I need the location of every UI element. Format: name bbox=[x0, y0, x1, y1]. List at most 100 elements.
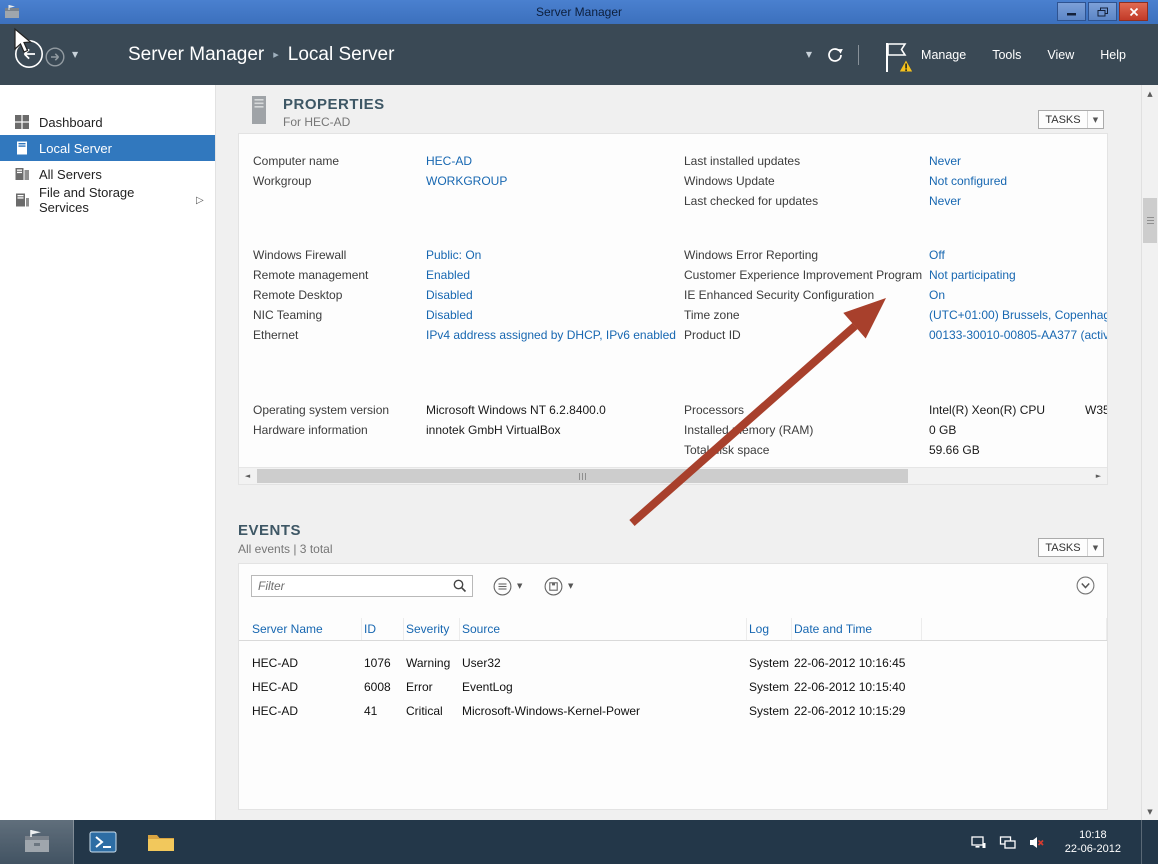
server-manager-icon bbox=[22, 829, 52, 855]
notifications-caret[interactable]: ▼ bbox=[806, 50, 812, 59]
taskbar-server-manager-button[interactable] bbox=[0, 820, 74, 864]
restore-button[interactable] bbox=[1088, 2, 1117, 21]
column-header-id[interactable]: ID bbox=[362, 618, 404, 640]
system-tray: 10:18 22-06-2012 bbox=[970, 820, 1158, 864]
main-vertical-scrollbar[interactable]: ▲ ▼ bbox=[1141, 85, 1158, 820]
prop-value: Intel(R) Xeon(R) CPU W3550 bbox=[929, 403, 1108, 417]
tray-devices-icon[interactable] bbox=[999, 834, 1016, 851]
breadcrumb-current[interactable]: Local Server bbox=[288, 44, 395, 66]
filter-input[interactable] bbox=[252, 577, 452, 595]
prop-value-link[interactable]: Not participating bbox=[929, 268, 1108, 282]
column-header-log[interactable]: Log bbox=[747, 618, 792, 640]
search-icon[interactable] bbox=[452, 578, 468, 594]
prop-value-link[interactable]: Public: On bbox=[426, 248, 683, 262]
taskbar-file-explorer-button[interactable] bbox=[132, 820, 190, 864]
prop-value-link[interactable]: Never bbox=[929, 194, 1108, 208]
refresh-icon[interactable] bbox=[824, 44, 846, 66]
scroll-track[interactable] bbox=[256, 468, 1090, 484]
scroll-down-arrow[interactable]: ▼ bbox=[1142, 803, 1158, 820]
sidebar-item-label: File and Storage Services bbox=[39, 185, 187, 215]
scroll-thumb[interactable] bbox=[1143, 198, 1157, 243]
menu-help[interactable]: Help bbox=[1100, 48, 1126, 62]
events-display-options-button[interactable]: ▼ bbox=[493, 576, 522, 596]
tray-network-icon[interactable] bbox=[970, 834, 987, 851]
minimize-button[interactable] bbox=[1057, 2, 1086, 21]
scroll-right-arrow[interactable]: ► bbox=[1090, 468, 1107, 484]
prop-value-link[interactable]: (UTC+01:00) Brussels, Copenhage bbox=[929, 308, 1108, 322]
prop-label: Total disk space bbox=[684, 443, 929, 457]
table-row[interactable]: HEC-AD 41 Critical Microsoft-Windows-Ker… bbox=[239, 699, 1107, 723]
sidebar-item-dashboard[interactable]: Dashboard bbox=[0, 109, 215, 135]
prop-value-link[interactable]: Not configured bbox=[929, 174, 1108, 188]
prop-value-link[interactable]: Disabled bbox=[426, 308, 683, 322]
prop-value-link[interactable]: IPv4 address assigned by DHCP, IPv6 enab… bbox=[426, 328, 683, 342]
scroll-thumb[interactable] bbox=[257, 469, 908, 483]
prop-value-link[interactable]: HEC-AD bbox=[426, 154, 683, 168]
properties-tasks-button[interactable]: TASKS ▼ bbox=[1038, 110, 1104, 129]
cell-id: 6008 bbox=[362, 680, 404, 694]
prop-value-link[interactable]: 00133-30010-00805-AA377 (activa bbox=[929, 328, 1108, 342]
taskbar-powershell-button[interactable] bbox=[74, 820, 132, 864]
column-header-date-time[interactable]: Date and Time bbox=[792, 618, 922, 640]
properties-section-icon bbox=[249, 95, 269, 125]
properties-horizontal-scrollbar[interactable]: ◄ ► bbox=[239, 467, 1107, 484]
breadcrumb-root[interactable]: Server Manager bbox=[128, 44, 264, 66]
caret-down-icon: ▼ bbox=[517, 582, 522, 590]
cell-source: Microsoft-Windows-Kernel-Power bbox=[460, 704, 747, 718]
forward-button[interactable] bbox=[45, 47, 65, 67]
sidebar: Dashboard Local Server All Servers Fil bbox=[0, 85, 216, 820]
show-desktop-button[interactable] bbox=[1141, 820, 1148, 864]
title-bar: Server Manager bbox=[0, 0, 1158, 24]
prop-value: Microsoft Windows NT 6.2.8400.0 bbox=[426, 403, 683, 417]
column-header-severity[interactable]: Severity bbox=[404, 618, 460, 640]
cell-id: 1076 bbox=[362, 656, 404, 670]
folder-icon bbox=[146, 830, 176, 854]
column-header-source[interactable]: Source bbox=[460, 618, 747, 640]
scroll-up-arrow[interactable]: ▲ bbox=[1142, 85, 1158, 102]
close-icon bbox=[1129, 7, 1139, 17]
prop-label: Last installed updates bbox=[684, 154, 929, 168]
prop-label: Time zone bbox=[684, 308, 929, 322]
sidebar-item-all-servers[interactable]: All Servers bbox=[0, 161, 215, 187]
prop-value-link[interactable]: On bbox=[929, 288, 1108, 302]
events-save-query-button[interactable]: ▼ bbox=[544, 576, 573, 596]
table-row[interactable]: HEC-AD 6008 Error EventLog System 22-06-… bbox=[239, 675, 1107, 699]
prop-label: Processors bbox=[684, 403, 929, 417]
events-tasks-button[interactable]: TASKS ▼ bbox=[1038, 538, 1104, 557]
prop-value-link[interactable]: Off bbox=[929, 248, 1108, 262]
notification-flag-icon[interactable] bbox=[880, 40, 914, 76]
tray-volume-muted-icon[interactable] bbox=[1028, 834, 1045, 851]
prop-label: Hardware information bbox=[253, 423, 426, 437]
prop-value-link[interactable]: Disabled bbox=[426, 288, 683, 302]
prop-label: Windows Firewall bbox=[253, 248, 426, 262]
table-row[interactable]: HEC-AD 1076 Warning User32 System 22-06-… bbox=[239, 651, 1107, 675]
taskbar-clock[interactable]: 10:18 22-06-2012 bbox=[1057, 828, 1129, 856]
sidebar-item-label: Local Server bbox=[39, 141, 112, 156]
navigation-history-caret[interactable]: ▼ bbox=[72, 50, 78, 59]
column-header-server-name[interactable]: Server Name bbox=[250, 618, 362, 640]
menu-view[interactable]: View bbox=[1047, 48, 1074, 62]
back-button[interactable] bbox=[14, 39, 44, 69]
sidebar-item-file-storage-services[interactable]: File and Storage Services ▷ bbox=[0, 187, 215, 213]
menu-tools[interactable]: Tools bbox=[992, 48, 1021, 62]
prop-value-link[interactable]: Never bbox=[929, 154, 1108, 168]
prop-label: NIC Teaming bbox=[253, 308, 426, 322]
prop-label: Workgroup bbox=[253, 174, 426, 188]
prop-label: Product ID bbox=[684, 328, 929, 342]
prop-label: Customer Experience Improvement Program bbox=[684, 268, 929, 282]
prop-value-link[interactable]: Enabled bbox=[426, 268, 683, 282]
sidebar-item-local-server[interactable]: Local Server bbox=[0, 135, 215, 161]
prop-value-link[interactable]: WORKGROUP bbox=[426, 174, 683, 188]
caret-down-icon: ▼ bbox=[568, 582, 573, 590]
cell-date-time: 22-06-2012 10:15:29 bbox=[792, 704, 922, 718]
scroll-left-arrow[interactable]: ◄ bbox=[239, 468, 256, 484]
prop-label: IE Enhanced Security Configuration bbox=[684, 288, 929, 302]
events-table-header: Server Name ID Severity Source Log Date … bbox=[239, 618, 1107, 641]
cell-date-time: 22-06-2012 10:16:45 bbox=[792, 656, 922, 670]
cell-log: System bbox=[747, 680, 792, 694]
menu-manage[interactable]: Manage bbox=[921, 48, 966, 62]
expand-arrow-icon[interactable]: ▷ bbox=[196, 195, 206, 205]
close-button[interactable] bbox=[1119, 2, 1148, 21]
collapse-section-button[interactable] bbox=[1076, 576, 1095, 595]
file-storage-icon bbox=[14, 192, 30, 208]
